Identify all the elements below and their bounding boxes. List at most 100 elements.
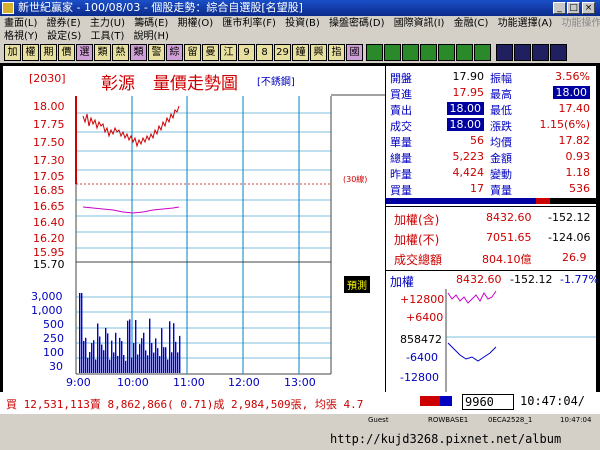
- toolbar-icon-9[interactable]: [514, 44, 531, 61]
- volume-bar: [177, 352, 179, 373]
- price-label: 17.30: [33, 154, 65, 167]
- window-title: 新世紀贏家 - 100/08/03 - 個股走勢：綜合自選股[名望股]: [18, 1, 303, 14]
- toolbar-button-7[interactable]: 熱: [112, 44, 129, 61]
- close-button[interactable]: ×: [582, 2, 595, 14]
- forecast-badge[interactable]: 預測: [344, 276, 370, 293]
- volume-bar: [101, 344, 103, 373]
- toolbar-icon-8[interactable]: [496, 44, 513, 61]
- volume-bar: [95, 359, 97, 373]
- order-summary: 買 12,531,113賣 8,862,866( 0.71)成 2,984,50…: [6, 398, 364, 411]
- toolbar-icon-10[interactable]: [532, 44, 549, 61]
- quote-label: 金額: [490, 152, 512, 165]
- menu-item-invest[interactable]: 投資(B): [285, 18, 320, 29]
- menu-item-finance[interactable]: 金融(C): [454, 18, 489, 29]
- quote-value: 17.90: [452, 70, 485, 83]
- toolbar-button-10[interactable]: 綜: [166, 44, 183, 61]
- toolbar-button-12[interactable]: 曼: [202, 44, 219, 61]
- toolbar-icon-7[interactable]: [474, 44, 491, 61]
- volume-bar: [119, 337, 121, 373]
- toolbar-button-15[interactable]: 8: [256, 44, 273, 61]
- toolbar-icon-6[interactable]: [456, 44, 473, 61]
- menu-item-function-select[interactable]: 功能選擇(A): [498, 18, 553, 29]
- toolbar-button-1[interactable]: 加: [4, 44, 21, 61]
- quote-row: 單量 56 均價 17.82: [386, 134, 596, 150]
- status-cell: 10:47:04: [560, 416, 592, 424]
- menu-item-chips[interactable]: 籌碼(E): [134, 18, 168, 29]
- toolbar-button-2[interactable]: 權: [22, 44, 39, 61]
- volume-label: 100: [43, 346, 64, 359]
- volume-bar: [143, 332, 145, 373]
- toolbar-button-18[interactable]: 興: [310, 44, 327, 61]
- quote-label: 最低: [490, 104, 512, 117]
- volume-bar: [107, 333, 109, 373]
- index-change: 26.9: [562, 251, 587, 264]
- status-cell: 0ECA2528_1: [488, 416, 533, 424]
- quote-value: 5,223: [452, 150, 485, 163]
- menu-item-main-force[interactable]: 主力(U): [90, 18, 125, 29]
- toolbar-button-14[interactable]: 9: [238, 44, 255, 61]
- menu-item-options[interactable]: 期權(O): [178, 18, 214, 29]
- quote-label: 買量: [390, 184, 412, 197]
- volume-bar: [123, 355, 125, 373]
- menu-item-function-op[interactable]: 功能操作(E): [561, 18, 600, 29]
- volume-bar: [105, 327, 107, 373]
- toolbar-button-16[interactable]: 29: [274, 44, 291, 61]
- toolbar-icon-3[interactable]: [402, 44, 419, 61]
- toolbar-icon-5[interactable]: [438, 44, 455, 61]
- menu-item-help[interactable]: 說明(H): [134, 31, 169, 42]
- volume-bar: [151, 342, 153, 373]
- quote-label: 成交: [390, 120, 412, 133]
- toolbar-icon-4[interactable]: [420, 44, 437, 61]
- quote-label: 最高: [490, 88, 512, 101]
- index-change: -124.06: [548, 231, 591, 244]
- toolbar-button-6[interactable]: 類: [94, 44, 111, 61]
- volume-bar: [97, 323, 99, 373]
- volume-label: 1,000: [31, 304, 63, 317]
- taskbar: Guest ROWBASE1 0ECA2528_1 10:47:04 http:…: [0, 414, 600, 450]
- toolbar-button-11[interactable]: 留: [184, 44, 201, 61]
- quote-label: 變動: [490, 168, 512, 181]
- volume-bar: [157, 348, 159, 373]
- quote-value: 17.82: [558, 134, 591, 147]
- volume-bar: [167, 359, 169, 373]
- quote-label: 賣出: [390, 104, 412, 117]
- volume-bar: [83, 340, 85, 373]
- quote-value: 4,424: [452, 166, 485, 179]
- status-cell: Guest: [368, 416, 389, 424]
- menu-item-tools[interactable]: 工具(T): [90, 31, 124, 42]
- quote-label: 買進: [390, 88, 412, 101]
- quote-label: 昨量: [390, 168, 412, 181]
- menu-item-international[interactable]: 國際資訊(I): [394, 18, 445, 29]
- toolbar-button-8[interactable]: 類: [130, 44, 147, 61]
- time-label: 10:00: [117, 376, 149, 389]
- menu-item-forex[interactable]: 匯市利率(F): [222, 18, 276, 29]
- toolbar-icon-11[interactable]: [550, 44, 567, 61]
- maximize-button[interactable]: □: [567, 2, 580, 14]
- volume-bar: [91, 343, 93, 373]
- toolbar-button-13[interactable]: 江: [220, 44, 237, 61]
- toolbar-button-5[interactable]: 選: [76, 44, 93, 61]
- toolbar-button-3[interactable]: 期: [40, 44, 57, 61]
- menu-item-settings[interactable]: 設定(S): [47, 31, 81, 42]
- toolbar-button-17[interactable]: 鐘: [292, 44, 309, 61]
- volume-bar: [127, 320, 129, 373]
- index-value: 8432.60: [486, 211, 532, 224]
- stock-code-input[interactable]: 9960: [462, 394, 514, 410]
- toolbar-icon-2[interactable]: [384, 44, 401, 61]
- volume-bar: [135, 319, 137, 373]
- menu-item-view[interactable]: 格視(Y): [4, 31, 38, 42]
- menu-item-securities[interactable]: 證券(E): [47, 18, 81, 29]
- minimize-button[interactable]: _: [553, 2, 566, 14]
- volume-bar: [79, 293, 81, 373]
- toolbar-button-4[interactable]: 價: [58, 44, 75, 61]
- toolbar-button-20[interactable]: 國: [346, 44, 363, 61]
- volume-bars: [79, 293, 181, 373]
- toolbar-icon-1[interactable]: [366, 44, 383, 61]
- mini-chart-index-line: [447, 342, 497, 362]
- volume-bar: [125, 360, 127, 373]
- toolbar-button-19[interactable]: 指: [328, 44, 345, 61]
- quote-value: 18.00: [446, 102, 484, 115]
- toolbar-button-9[interactable]: 警: [148, 44, 165, 61]
- menu-item-trading-code[interactable]: 操盤密碼(D): [329, 18, 385, 29]
- menu-item-screen[interactable]: 畫面(L): [4, 18, 37, 29]
